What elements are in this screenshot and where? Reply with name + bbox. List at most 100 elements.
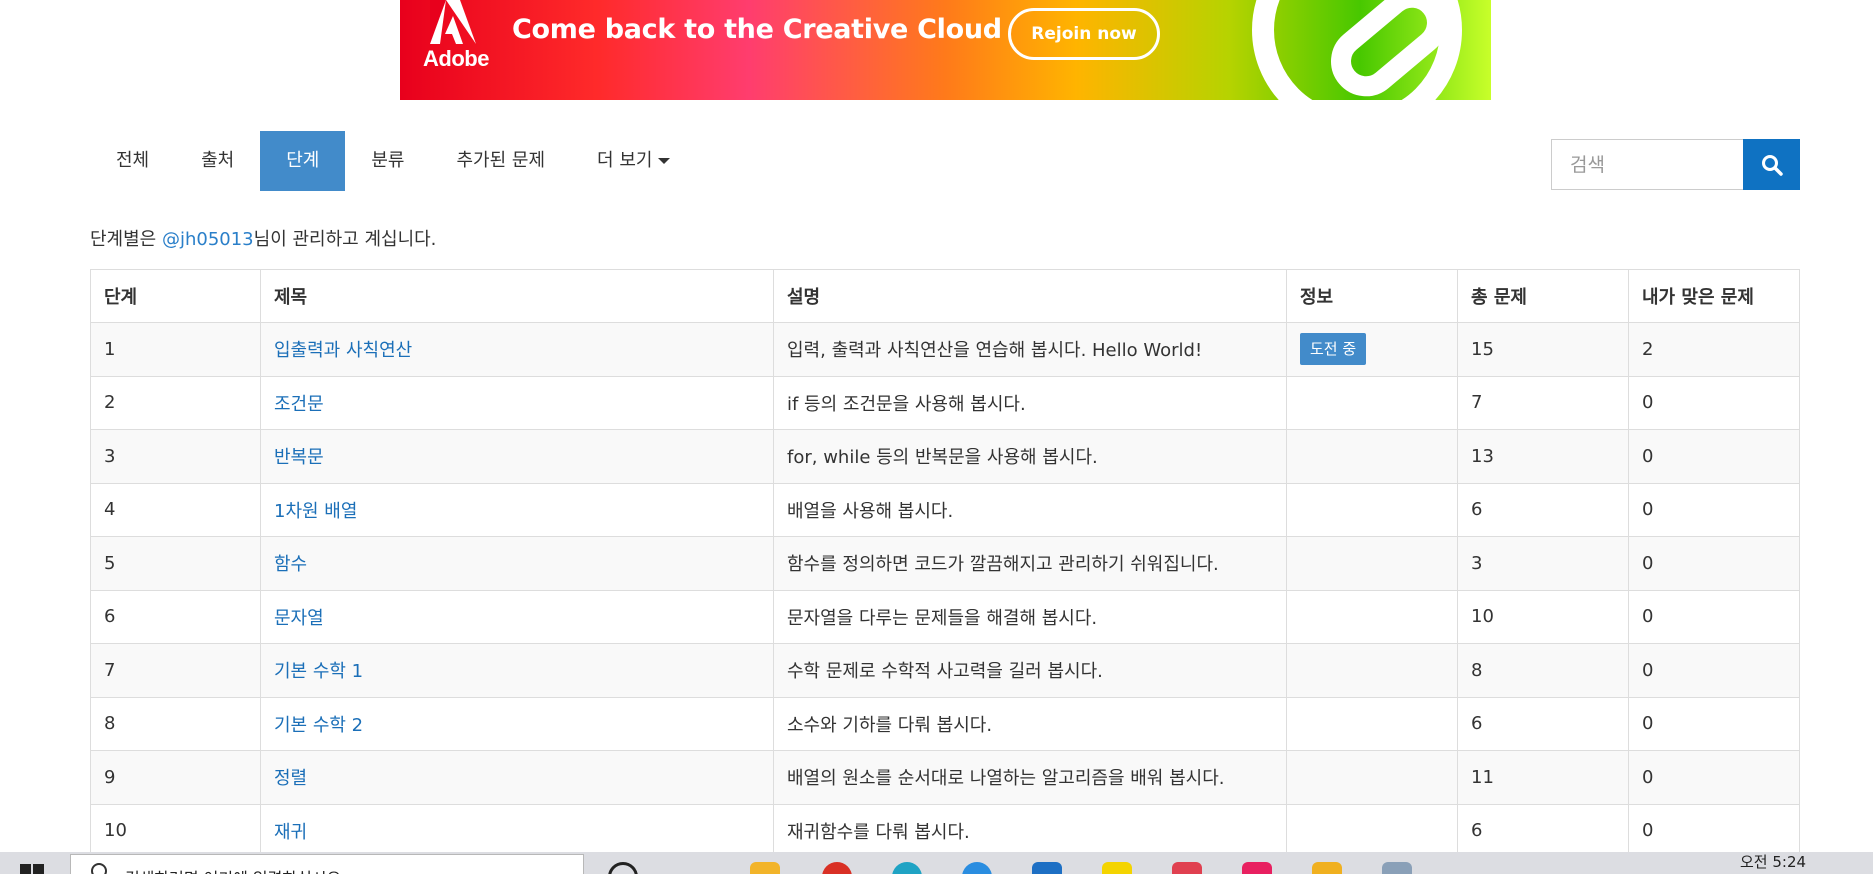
store-icon[interactable]	[1032, 862, 1062, 874]
description-cell: 배열을 사용해 봅시다.	[773, 482, 1287, 537]
rejoin-now-button[interactable]: Rejoin now	[1008, 8, 1160, 60]
step-cell: 8	[90, 696, 261, 751]
total-cell: 13	[1457, 429, 1629, 484]
chrome-icon[interactable]	[822, 862, 852, 874]
info-cell: 도전 중	[1286, 322, 1458, 377]
step-title-link[interactable]: 반복문	[274, 447, 324, 468]
title-cell: 문자열	[260, 589, 774, 644]
description-cell: if 등의 조건문을 사용해 봅시다.	[773, 375, 1287, 430]
step-title-link[interactable]: 문자열	[274, 608, 324, 629]
tab-more-dropdown[interactable]: 더 보기	[571, 131, 696, 191]
table-row: 10 재귀 재귀함수를 다뤄 봅시다. 6 0	[90, 803, 1800, 858]
tab-source[interactable]: 출처	[175, 131, 260, 191]
column-header-info: 정보	[1286, 269, 1458, 323]
solved-cell: 0	[1628, 750, 1800, 805]
search-input[interactable]	[1551, 139, 1743, 190]
taskbar-search-box[interactable]: 검색하려면 여기에 입력하십시오.	[70, 854, 584, 874]
info-cell	[1286, 429, 1458, 484]
kakaotalk-icon[interactable]	[1102, 862, 1132, 874]
tab-label: 출처	[201, 150, 235, 171]
description-cell: 입력, 출력과 사칙연산을 연습해 봅시다. Hello World!	[773, 322, 1287, 377]
cortana-icon[interactable]	[608, 862, 638, 874]
edge-icon[interactable]	[892, 862, 922, 874]
step-title-link[interactable]: 정렬	[274, 768, 307, 789]
info-cell	[1286, 803, 1458, 858]
taskbar-search-icon	[91, 863, 107, 874]
total-cell: 11	[1457, 750, 1629, 805]
solved-cell: 0	[1628, 375, 1800, 430]
tab-category[interactable]: 분류	[345, 131, 430, 191]
solved-cell: 0	[1628, 803, 1800, 858]
step-cell: 10	[90, 803, 261, 858]
description-cell: 함수를 정의하면 코드가 깔끔해지고 관리하기 쉬워집니다.	[773, 536, 1287, 591]
column-header-title: 제목	[260, 269, 774, 323]
title-cell: 반복문	[260, 429, 774, 484]
ie-icon[interactable]	[962, 862, 992, 874]
title-cell: 조건문	[260, 375, 774, 430]
step-title-link[interactable]: 기본 수학 2	[274, 715, 363, 736]
table-row: 4 1차원 배열 배열을 사용해 봅시다. 6 0	[90, 482, 1800, 537]
description-cell: 재귀함수를 다뤄 봅시다.	[773, 803, 1287, 858]
title-cell: 기본 수학 1	[260, 643, 774, 698]
total-cell: 6	[1457, 482, 1629, 537]
total-cell: 8	[1457, 643, 1629, 698]
tab-label: 분류	[371, 150, 405, 171]
table-row: 2 조건문 if 등의 조건문을 사용해 봅시다. 7 0	[90, 375, 1800, 430]
step-cell: 9	[90, 750, 261, 805]
column-header-description: 설명	[773, 269, 1287, 323]
adobe-logo: Adobe	[423, 0, 489, 80]
title-cell: 정렬	[260, 750, 774, 805]
adobe-a-icon	[430, 0, 476, 44]
search-button[interactable]	[1743, 139, 1800, 190]
info-cell	[1286, 536, 1458, 591]
windows-start-icon[interactable]	[20, 864, 44, 874]
tab-label: 단계	[286, 150, 320, 171]
title-cell: 재귀	[260, 803, 774, 858]
file-explorer-icon[interactable]	[750, 862, 780, 874]
manager-notice: 단계별은 @jh05013님이 관리하고 계십니다.	[90, 225, 436, 251]
solved-cell: 0	[1628, 589, 1800, 644]
info-cell	[1286, 643, 1458, 698]
solved-cell: 0	[1628, 696, 1800, 751]
solved-cell: 0	[1628, 643, 1800, 698]
table-row: 5 함수 함수를 정의하면 코드가 깔끔해지고 관리하기 쉬워집니다. 3 0	[90, 536, 1800, 591]
step-cell: 4	[90, 482, 261, 537]
tab-label: 전체	[116, 150, 150, 171]
column-header-step: 단계	[90, 269, 261, 323]
app-icon[interactable]	[1242, 862, 1272, 874]
step-title-link[interactable]: 입출력과 사칙연산	[274, 340, 412, 361]
tab-all[interactable]: 전체	[90, 131, 175, 191]
adobe-logo-text: Adobe	[423, 46, 489, 71]
table-row: 7 기본 수학 1 수학 문제로 수학적 사고력을 길러 봅시다. 8 0	[90, 643, 1800, 698]
description-cell: for, while 등의 반복문을 사용해 봅시다.	[773, 429, 1287, 484]
app-icon[interactable]	[1312, 862, 1342, 874]
ad-headline: Come back to the Creative Cloud	[512, 14, 1002, 45]
description-cell: 소수와 기하를 다뤄 봅시다.	[773, 696, 1287, 751]
table-row: 1 입출력과 사칙연산 입력, 출력과 사칙연산을 연습해 봅시다. Hello…	[90, 322, 1800, 377]
step-title-link[interactable]: 기본 수학 1	[274, 661, 363, 682]
total-cell: 15	[1457, 322, 1629, 377]
adobe-ad-banner[interactable]: Adobe Come back to the Creative Cloud Re…	[400, 0, 1491, 100]
step-title-link[interactable]: 재귀	[274, 822, 307, 843]
solved-cell: 0	[1628, 536, 1800, 591]
creative-cloud-icon	[1252, 0, 1462, 100]
total-cell: 6	[1457, 803, 1629, 858]
info-cell	[1286, 750, 1458, 805]
step-title-link[interactable]: 함수	[274, 554, 307, 575]
title-cell: 함수	[260, 536, 774, 591]
table-row: 9 정렬 배열의 원소를 순서대로 나열하는 알고리즘을 배워 봅시다. 11 …	[90, 750, 1800, 805]
tab-added-problems[interactable]: 추가된 문제	[431, 131, 572, 191]
status-badge: 도전 중	[1300, 333, 1367, 366]
step-title-link[interactable]: 조건문	[274, 394, 324, 415]
manager-user-link[interactable]: @jh05013	[162, 229, 254, 250]
tab-label: 추가된 문제	[456, 150, 546, 171]
step-title-link[interactable]: 1차원 배열	[274, 501, 357, 522]
taskbar-clock[interactable]: 오전 5:24	[1740, 852, 1806, 872]
category-nav: 전체 출처 단계 분류 추가된 문제 더 보기	[90, 131, 696, 191]
tab-step[interactable]: 단계	[260, 131, 346, 191]
step-cell: 5	[90, 536, 261, 591]
app-icon[interactable]	[1172, 862, 1202, 874]
step-cell: 7	[90, 643, 261, 698]
description-cell: 문자열을 다루는 문제들을 해결해 봅시다.	[773, 589, 1287, 644]
app-icon[interactable]	[1382, 862, 1412, 874]
